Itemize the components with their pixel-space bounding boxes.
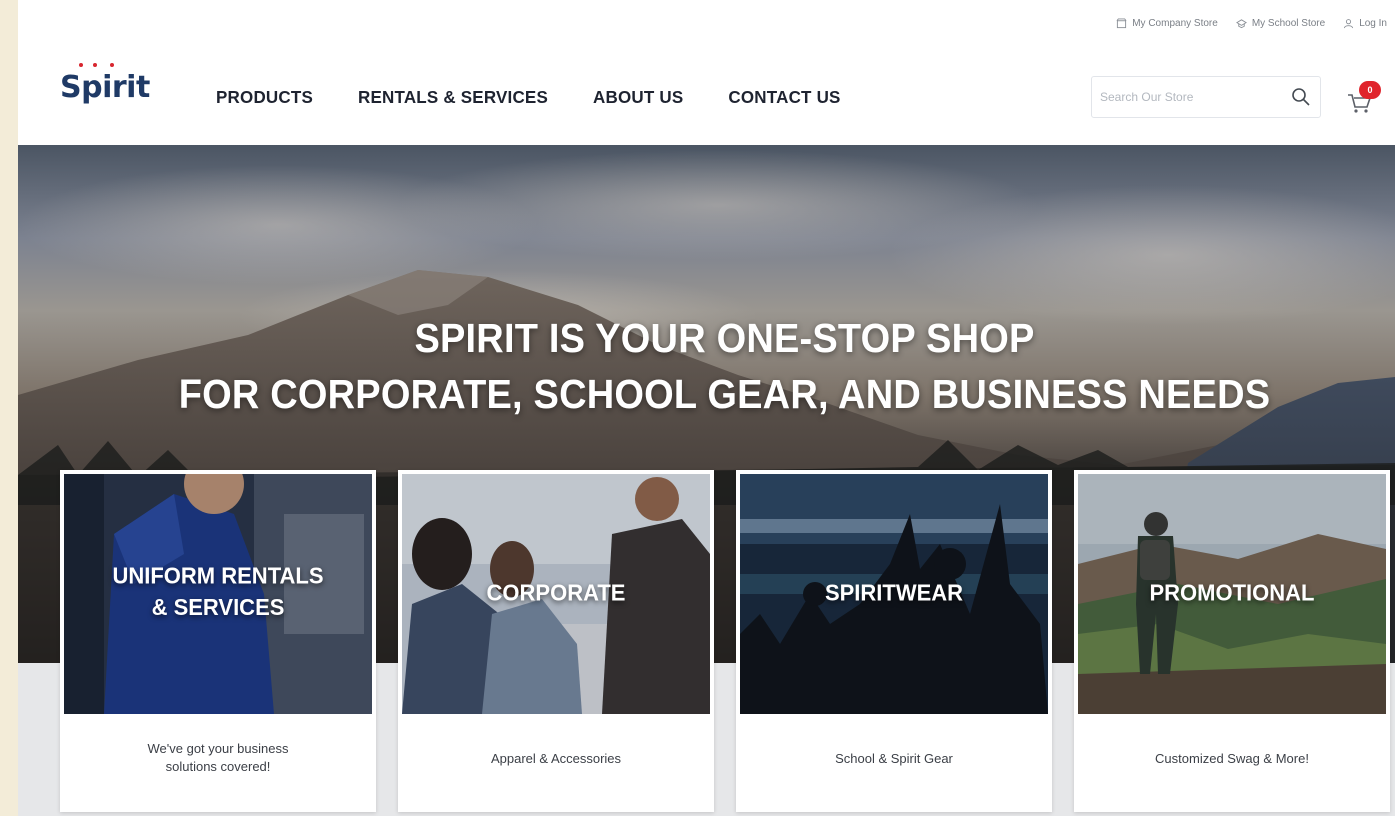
- search-button[interactable]: [1290, 86, 1312, 108]
- card-title-uniform-rentals: UNIFORM RENTALS & SERVICES: [112, 562, 324, 621]
- log-in-label: Log In: [1359, 18, 1387, 29]
- card-promotional[interactable]: PROMOTIONAL Customized Swag & More!: [1074, 470, 1390, 812]
- cart-button[interactable]: 0: [1345, 81, 1381, 117]
- nav-products[interactable]: PRODUCTS: [216, 88, 313, 109]
- main-nav: PRODUCTS RENTALS & SERVICES ABOUT US CON…: [216, 88, 841, 108]
- search-icon: [1292, 88, 1310, 106]
- log-in-link[interactable]: Log In: [1343, 18, 1387, 29]
- logo-dot: [79, 63, 83, 67]
- card-spiritwear[interactable]: SPIRITWEAR School & Spirit Gear: [736, 470, 1052, 812]
- nav-about-us[interactable]: ABOUT US: [593, 88, 683, 109]
- hero-headline-line-1: SPIRIT IS YOUR ONE-STOP SHOP: [414, 316, 1035, 362]
- page: My Company Store My School Store Log In …: [18, 0, 1395, 816]
- card-title-corporate: CORPORATE: [486, 579, 626, 606]
- card-subtitle-corporate: Apparel & Accessories: [490, 751, 622, 766]
- store-icon: [1116, 18, 1127, 29]
- card-subtitle-uniform-rentals: We've got your business solutions covere…: [147, 741, 289, 774]
- my-company-store-link[interactable]: My Company Store: [1116, 18, 1218, 29]
- search-input[interactable]: [1100, 87, 1275, 107]
- school-icon: [1235, 19, 1247, 29]
- card-title-promotional: PROMOTIONAL: [1149, 579, 1315, 606]
- card-uniform-rentals[interactable]: UNIFORM RENTALS & SERVICES We've got you…: [60, 470, 376, 812]
- card-subtitle-spiritwear: School & Spirit Gear: [835, 751, 953, 766]
- user-icon: [1344, 19, 1354, 29]
- my-school-store-label: My School Store: [1251, 18, 1326, 29]
- utility-bar: My Company Store My School Store Log In: [1116, 18, 1387, 29]
- card-title-spiritwear: SPIRITWEAR: [824, 579, 964, 606]
- logo-text: Spirit: [60, 70, 150, 105]
- logo-dot: [93, 63, 97, 67]
- logo-dot: [110, 63, 114, 67]
- hero-headline-line-2: FOR CORPORATE, SCHOOL GEAR, AND BUSINESS…: [178, 372, 1271, 418]
- card-corporate[interactable]: CORPORATE Apparel & Accessories: [398, 470, 714, 812]
- hero-headline: SPIRIT IS YOUR ONE-STOP SHOP FOR CORPORA…: [18, 311, 1395, 423]
- my-school-store-link[interactable]: My School Store: [1235, 18, 1326, 29]
- spirit-logo[interactable]: Spirit: [60, 63, 150, 105]
- my-company-store-label: My Company Store: [1132, 18, 1218, 29]
- cart-count-badge: 0: [1359, 81, 1381, 99]
- nav-contact-us[interactable]: CONTACT US: [728, 88, 840, 109]
- search-box: [1091, 76, 1321, 118]
- nav-rentals-services[interactable]: RENTALS & SERVICES: [358, 88, 548, 109]
- card-subtitle-promotional: Customized Swag & More!: [1155, 751, 1309, 766]
